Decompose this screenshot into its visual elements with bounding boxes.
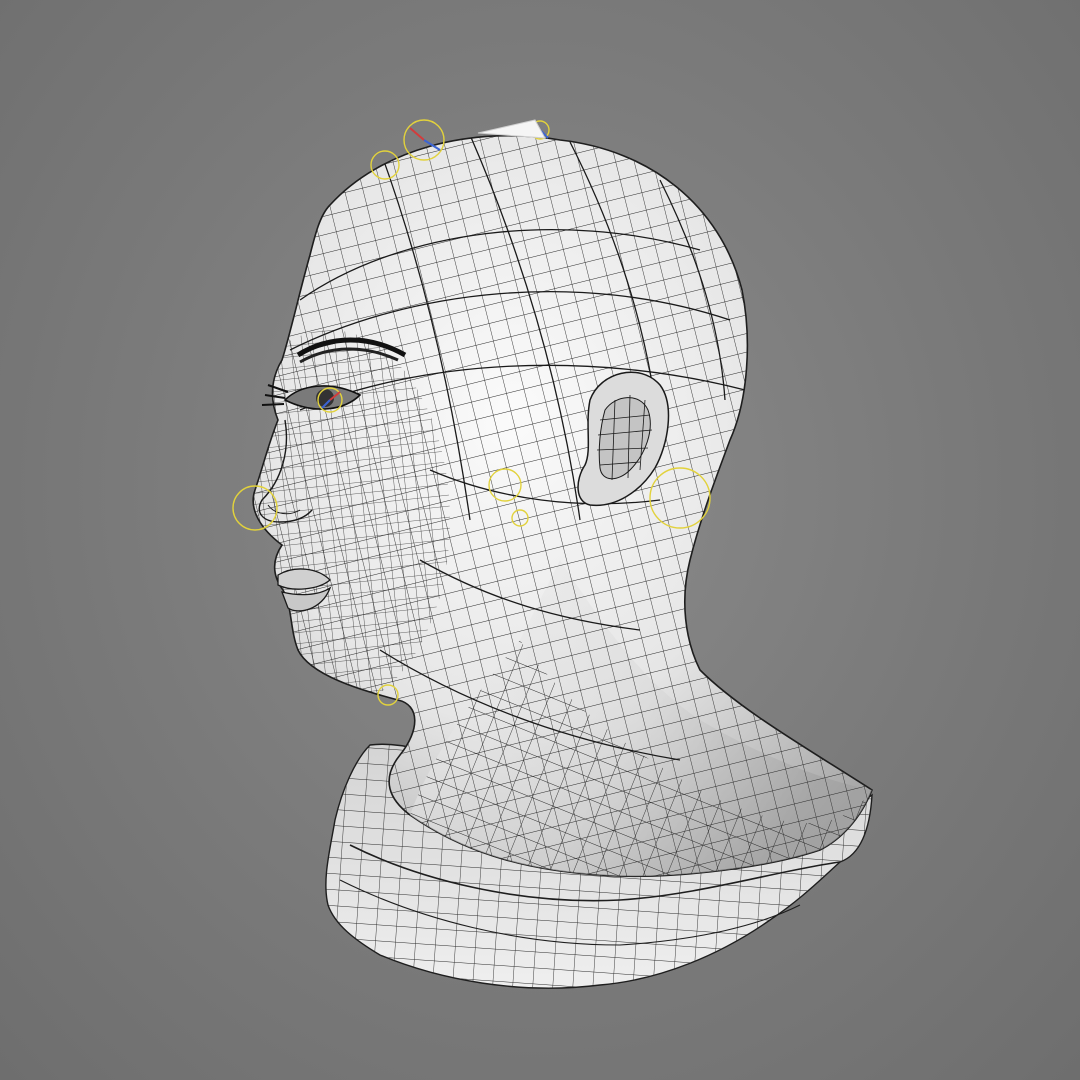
3d-viewport[interactable] [0,0,1080,1080]
head-mesh[interactable] [210,120,900,880]
viewport-canvas[interactable] [0,0,1080,1080]
helper-locator[interactable] [477,119,546,139]
